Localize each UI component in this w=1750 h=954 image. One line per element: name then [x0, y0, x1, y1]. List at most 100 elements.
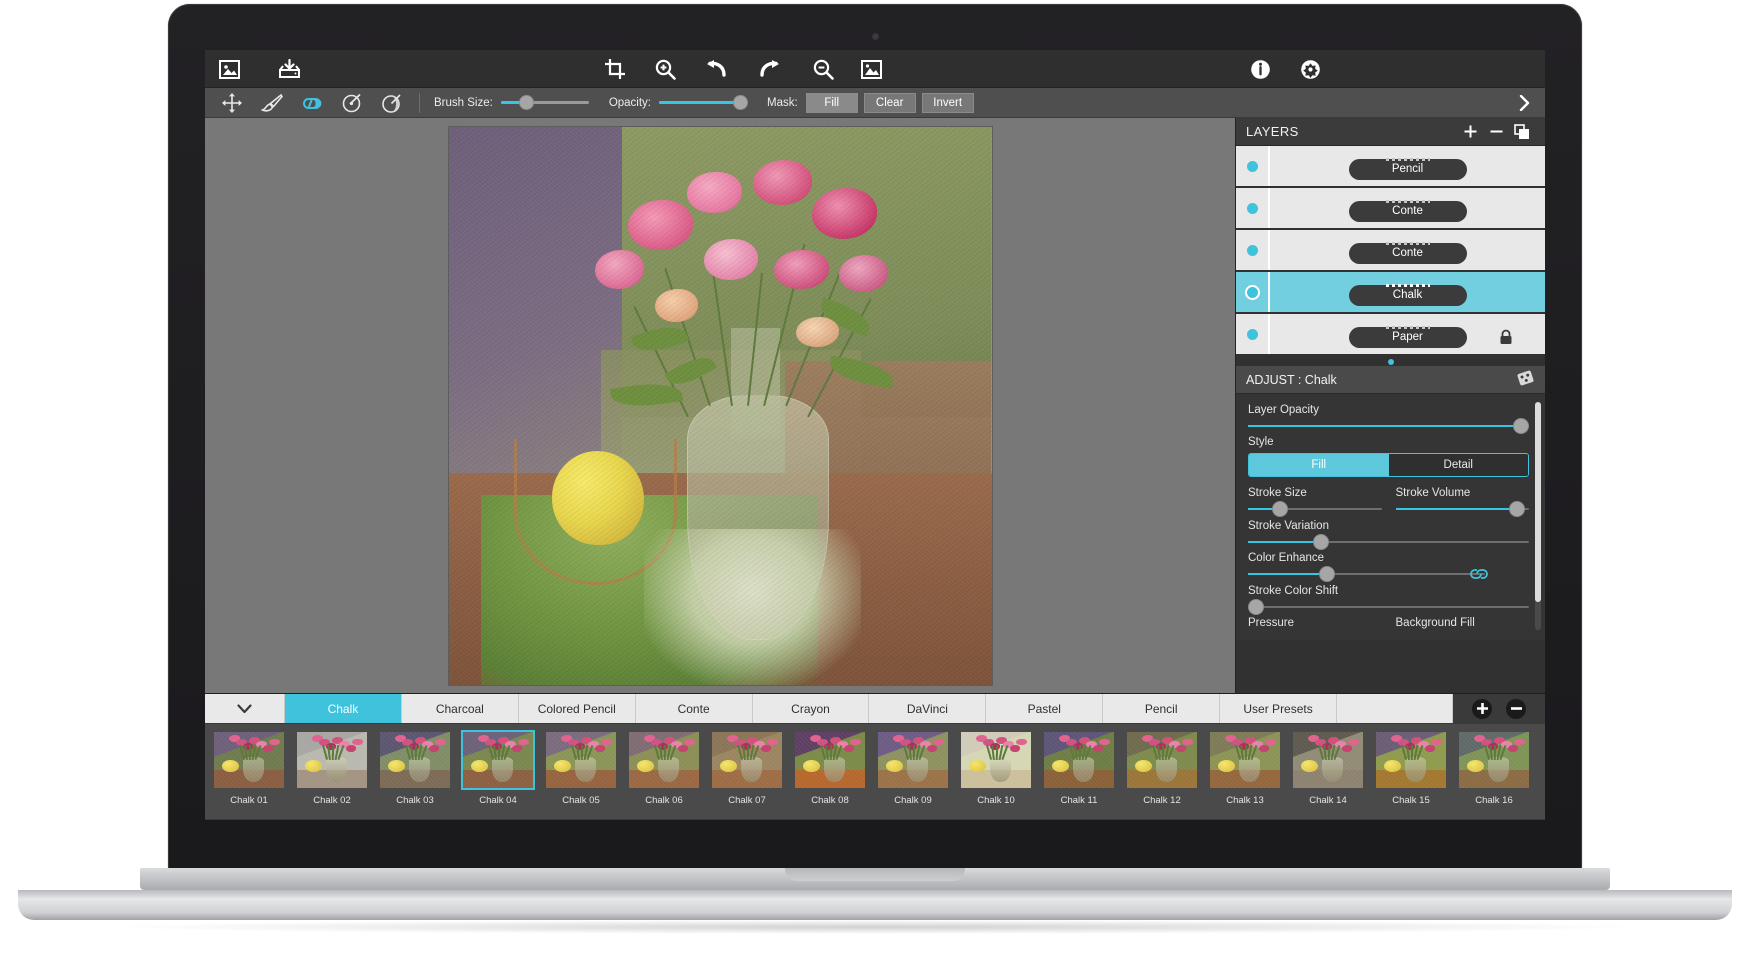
stroke-size-slider[interactable] [1248, 501, 1382, 517]
preset-thumbnail[interactable] [1374, 730, 1448, 790]
style-segmented-control[interactable]: Fill Detail [1248, 453, 1529, 477]
paint-brush-tool[interactable] [259, 92, 285, 114]
layer-drag-handle[interactable] [1385, 199, 1430, 203]
preset-thumbnail[interactable] [959, 730, 1033, 790]
remove-layer-button[interactable] [1483, 119, 1509, 145]
preset-item[interactable]: Chalk 15 [1372, 730, 1450, 806]
mask-fill-button[interactable]: Fill [805, 92, 858, 113]
add-preset-button[interactable] [1472, 698, 1493, 719]
preset-thumbnail-strip[interactable]: Chalk 01 Chalk 02 Chalk 03 Chalk 04 Chalk 05… [205, 723, 1545, 819]
mask-brush-tool[interactable] [379, 92, 405, 114]
preset-thumbnail[interactable] [1125, 730, 1199, 790]
preset-item[interactable]: Chalk 09 [874, 730, 952, 806]
layer-drag-handle[interactable] [1385, 283, 1430, 287]
link-icon[interactable] [1469, 567, 1489, 584]
move-tool[interactable] [219, 92, 245, 114]
layer-name-button[interactable]: Conte [1348, 200, 1467, 222]
add-layer-button[interactable] [1457, 119, 1483, 145]
tab-pastel[interactable]: Pastel [986, 694, 1104, 723]
color-enhance-slider[interactable] [1248, 566, 1488, 582]
layer-row[interactable]: Conte [1236, 188, 1545, 228]
style-fill-option[interactable]: Fill [1249, 454, 1389, 476]
remove-preset-button[interactable] [1506, 698, 1527, 719]
preset-thumbnail[interactable] [1457, 730, 1531, 790]
preset-thumbnail[interactable] [627, 730, 701, 790]
mask-clear-button[interactable]: Clear [863, 92, 916, 113]
layer-name-button[interactable]: Conte [1348, 242, 1467, 264]
layer-visibility-toggle[interactable] [1236, 230, 1270, 270]
preset-thumbnail[interactable] [1291, 730, 1365, 790]
preset-thumbnail[interactable] [378, 730, 452, 790]
preset-item[interactable]: Chalk 03 [376, 730, 454, 806]
tab-pencil[interactable]: Pencil [1103, 694, 1221, 723]
opacity-slider[interactable] [659, 95, 748, 110]
tab-crayon[interactable]: Crayon [752, 694, 870, 723]
dice-icon[interactable] [1516, 369, 1535, 390]
artwork-canvas[interactable] [447, 126, 993, 686]
chevron-down-icon[interactable] [205, 694, 285, 723]
save-image-icon[interactable] [275, 56, 303, 82]
panel-toggle-chevron-right-icon[interactable] [1511, 88, 1537, 118]
canvas-area[interactable] [205, 118, 1235, 693]
tab-colored-pencil[interactable]: Colored Pencil [518, 694, 636, 723]
preset-item[interactable]: Chalk 10 [957, 730, 1035, 806]
layer-name-button[interactable]: Paper [1348, 326, 1467, 348]
info-icon[interactable] [1246, 56, 1274, 82]
preset-thumbnail[interactable] [1208, 730, 1282, 790]
stroke-color-shift-slider[interactable] [1248, 599, 1529, 615]
layer-visibility-toggle[interactable] [1236, 146, 1270, 186]
layer-drag-handle[interactable] [1385, 157, 1430, 161]
fit-image-icon[interactable] [857, 56, 885, 82]
preset-thumbnail[interactable] [544, 730, 618, 790]
layer-row[interactable]: Pencil [1236, 146, 1545, 186]
preset-item[interactable]: Chalk 11 [1040, 730, 1118, 806]
detail-brush-tool[interactable] [339, 92, 365, 114]
preset-thumbnail[interactable] [295, 730, 369, 790]
adjust-scrollbar[interactable] [1535, 402, 1541, 630]
preset-item[interactable]: Chalk 05 [542, 730, 620, 806]
undo-icon[interactable] [702, 56, 730, 82]
settings-icon[interactable] [1296, 56, 1324, 82]
preset-item[interactable]: Chalk 12 [1123, 730, 1201, 806]
tab-chalk[interactable]: Chalk [285, 694, 402, 723]
preset-item[interactable]: Chalk 08 [791, 730, 869, 806]
tab-charcoal[interactable]: Charcoal [401, 694, 519, 723]
preset-item[interactable]: Chalk 13 [1206, 730, 1284, 806]
adjust-scrollbar-thumb[interactable] [1535, 402, 1541, 602]
layer-row[interactable]: Conte [1236, 230, 1545, 270]
redo-icon[interactable] [756, 56, 784, 82]
preset-item[interactable]: Chalk 07 [708, 730, 786, 806]
preset-item[interactable]: Chalk 14 [1289, 730, 1367, 806]
eraser-tool[interactable] [299, 92, 325, 114]
zoom-in-icon[interactable] [651, 56, 679, 82]
preset-thumbnail[interactable] [876, 730, 950, 790]
preset-item[interactable]: Chalk 16 [1455, 730, 1533, 806]
tab-davinci[interactable]: DaVinci [869, 694, 987, 723]
layer-row-selected[interactable]: Chalk [1236, 272, 1545, 312]
layer-row[interactable]: Paper [1236, 314, 1545, 354]
preset-thumbnail[interactable] [793, 730, 867, 790]
preset-thumbnail[interactable] [461, 730, 535, 790]
layer-visibility-toggle[interactable] [1236, 272, 1270, 312]
style-detail-option[interactable]: Detail [1388, 454, 1528, 476]
preset-horizontal-scrollbar[interactable] [205, 819, 1545, 820]
preset-thumbnail[interactable] [212, 730, 286, 790]
stroke-variation-slider[interactable] [1248, 534, 1529, 550]
stroke-volume-slider[interactable] [1395, 501, 1529, 517]
preset-item-selected[interactable]: Chalk 04 [459, 730, 537, 806]
zoom-out-icon[interactable] [809, 56, 837, 82]
preset-item[interactable]: Chalk 02 [293, 730, 371, 806]
preset-thumbnail[interactable] [710, 730, 784, 790]
preset-item[interactable]: Chalk 01 [210, 730, 288, 806]
duplicate-layer-button[interactable] [1509, 119, 1535, 145]
preset-item[interactable]: Chalk 06 [625, 730, 703, 806]
crop-icon[interactable] [601, 56, 629, 82]
brush-size-slider[interactable] [500, 95, 589, 110]
layer-drag-handle[interactable] [1385, 241, 1430, 245]
layer-opacity-slider[interactable] [1248, 418, 1529, 434]
open-image-icon[interactable] [215, 56, 243, 82]
layer-visibility-toggle[interactable] [1236, 314, 1270, 354]
preset-thumbnail[interactable] [1042, 730, 1116, 790]
layer-visibility-toggle[interactable] [1236, 188, 1270, 228]
tab-conte[interactable]: Conte [635, 694, 753, 723]
